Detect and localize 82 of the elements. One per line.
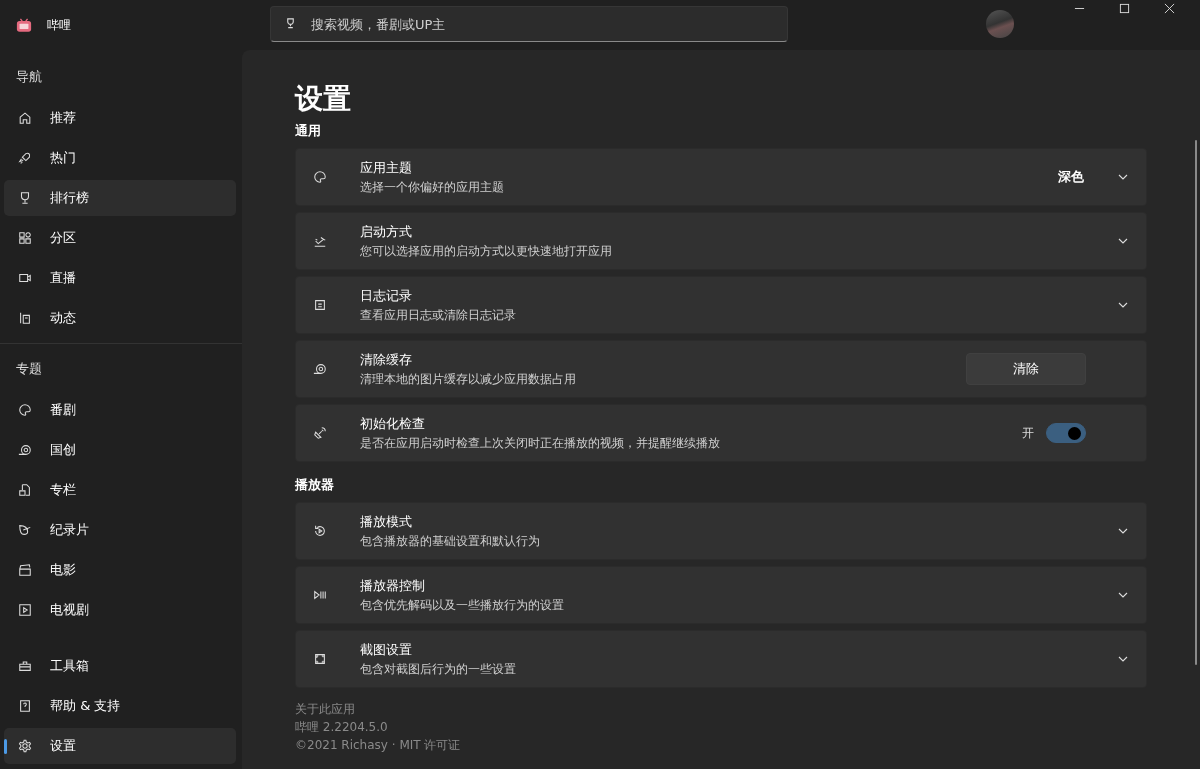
nav-section-heading: 导航 bbox=[15, 68, 43, 86]
setting-card[interactable]: 应用主题 选择一个你偏好的应用主题 深色 bbox=[295, 148, 1147, 206]
play-pause-icon bbox=[313, 588, 327, 602]
maximize-icon[interactable] bbox=[1119, 2, 1130, 14]
screenshot-icon bbox=[313, 652, 327, 666]
trophy-icon bbox=[285, 18, 296, 29]
setting-card[interactable]: 启动方式 您可以选择应用的启动方式以更快速地打开应用 bbox=[295, 212, 1147, 270]
note-icon bbox=[313, 298, 327, 312]
replay-icon bbox=[313, 524, 327, 538]
takeoff-icon bbox=[313, 234, 327, 248]
tv-logo-icon bbox=[16, 17, 32, 33]
setting-card[interactable]: 截图设置 包含对截图后行为的一些设置 bbox=[295, 630, 1147, 688]
setting-description: 包含优先解码以及一些播放行为的设置 bbox=[360, 598, 565, 613]
setting-title: 清除缓存 bbox=[360, 351, 413, 369]
grid-icon bbox=[18, 231, 32, 245]
clear-button[interactable]: 清除 bbox=[966, 353, 1086, 385]
section-heading: 播放器 bbox=[295, 476, 335, 494]
setting-card[interactable]: 播放器控制 包含优先解码以及一些播放行为的设置 bbox=[295, 566, 1147, 624]
leaf-icon bbox=[18, 523, 32, 537]
settings-icon bbox=[18, 739, 32, 753]
setting-title: 应用主题 bbox=[360, 159, 413, 177]
nav-item[interactable]: 热门 bbox=[4, 140, 236, 176]
nav-item[interactable]: 帮助 & 支持 bbox=[4, 688, 236, 724]
setting-title: 日志记录 bbox=[360, 287, 413, 305]
setting-card[interactable]: 日志记录 查看应用日志或清除日志记录 bbox=[295, 276, 1147, 334]
nav-item[interactable]: 专栏 bbox=[4, 472, 236, 508]
chevron-down-icon[interactable] bbox=[1118, 174, 1128, 180]
setting-card[interactable]: 初始化检查 是否在应用启动时检查上次关闭时正在播放的视频，并提醒继续播放 开 bbox=[295, 404, 1147, 462]
nav-item[interactable]: 推荐 bbox=[4, 100, 236, 136]
home-icon bbox=[18, 111, 32, 125]
toolbox-icon bbox=[18, 659, 32, 673]
toggle-switch[interactable] bbox=[1046, 423, 1086, 443]
setting-description: 选择一个你偏好的应用主题 bbox=[360, 180, 505, 195]
page-title: 设置 bbox=[295, 81, 352, 117]
setting-card[interactable]: 清除缓存 清理本地的图片缓存以减少应用数据占用 清除 bbox=[295, 340, 1147, 398]
chevron-down-icon[interactable] bbox=[1118, 238, 1128, 244]
nav-section-heading: 专题 bbox=[15, 360, 43, 378]
setting-description: 清理本地的图片缓存以减少应用数据占用 bbox=[360, 372, 577, 387]
setting-card[interactable]: 播放模式 包含播放器的基础设置和默认行为 bbox=[295, 502, 1147, 560]
setting-description: 是否在应用启动时检查上次关闭时正在播放的视频，并提醒继续播放 bbox=[360, 436, 721, 451]
video-camera-icon bbox=[18, 271, 32, 285]
toggle-state-label: 开 bbox=[1022, 424, 1034, 442]
nav-item[interactable]: 国创 bbox=[4, 432, 236, 468]
setting-description: 包含播放器的基础设置和默认行为 bbox=[360, 534, 541, 549]
setting-title: 启动方式 bbox=[360, 223, 413, 241]
nav-item[interactable]: 番剧 bbox=[4, 392, 236, 428]
setting-description: 您可以选择应用的启动方式以更快速地打开应用 bbox=[360, 244, 613, 259]
play-icon bbox=[18, 603, 32, 617]
chevron-down-icon[interactable] bbox=[1118, 592, 1128, 598]
app-title: 哔哩 bbox=[47, 16, 71, 34]
palette-icon bbox=[18, 403, 32, 417]
nav-item[interactable]: 动态 bbox=[4, 300, 236, 336]
rocket-icon bbox=[18, 151, 32, 165]
close-icon[interactable] bbox=[1164, 2, 1175, 14]
nav-item[interactable]: 纪录片 bbox=[4, 512, 236, 548]
chevron-down-icon[interactable] bbox=[1118, 302, 1128, 308]
setting-value: 深色 bbox=[1058, 168, 1084, 186]
setting-description: 包含对截图后行为的一些设置 bbox=[360, 662, 517, 677]
nav-item[interactable]: 设置 bbox=[4, 728, 236, 764]
setting-title: 初始化检查 bbox=[360, 415, 426, 433]
trophy-icon bbox=[18, 191, 32, 205]
palette-icon bbox=[313, 170, 327, 184]
setting-title: 截图设置 bbox=[360, 641, 413, 659]
about-heading: 关于此应用 bbox=[295, 702, 356, 717]
nav-item[interactable]: 电影 bbox=[4, 552, 236, 588]
setting-title: 播放器控制 bbox=[360, 577, 426, 595]
chevron-down-icon[interactable] bbox=[1118, 528, 1128, 534]
setting-title: 播放模式 bbox=[360, 513, 413, 531]
clapperboard-icon bbox=[18, 563, 32, 577]
nav-item[interactable]: 工具箱 bbox=[4, 648, 236, 684]
section-heading: 通用 bbox=[295, 122, 322, 140]
setting-description: 查看应用日志或清除日志记录 bbox=[360, 308, 517, 323]
nav-item[interactable]: 分区 bbox=[4, 220, 236, 256]
nav-item[interactable]: 直播 bbox=[4, 260, 236, 296]
chevron-down-icon[interactable] bbox=[1118, 656, 1128, 662]
nav-item[interactable]: 电视剧 bbox=[4, 592, 236, 628]
help-icon bbox=[18, 699, 32, 713]
search-field[interactable]: 搜索视频，番剧或UP主 bbox=[270, 6, 788, 42]
nav-item[interactable]: 排行榜 bbox=[4, 180, 236, 216]
version-text: 哔哩 2.2204.5.0 bbox=[295, 720, 389, 735]
document-icon bbox=[18, 483, 32, 497]
copyright-text: ©2021 Richasy · MIT 许可证 bbox=[295, 738, 462, 753]
